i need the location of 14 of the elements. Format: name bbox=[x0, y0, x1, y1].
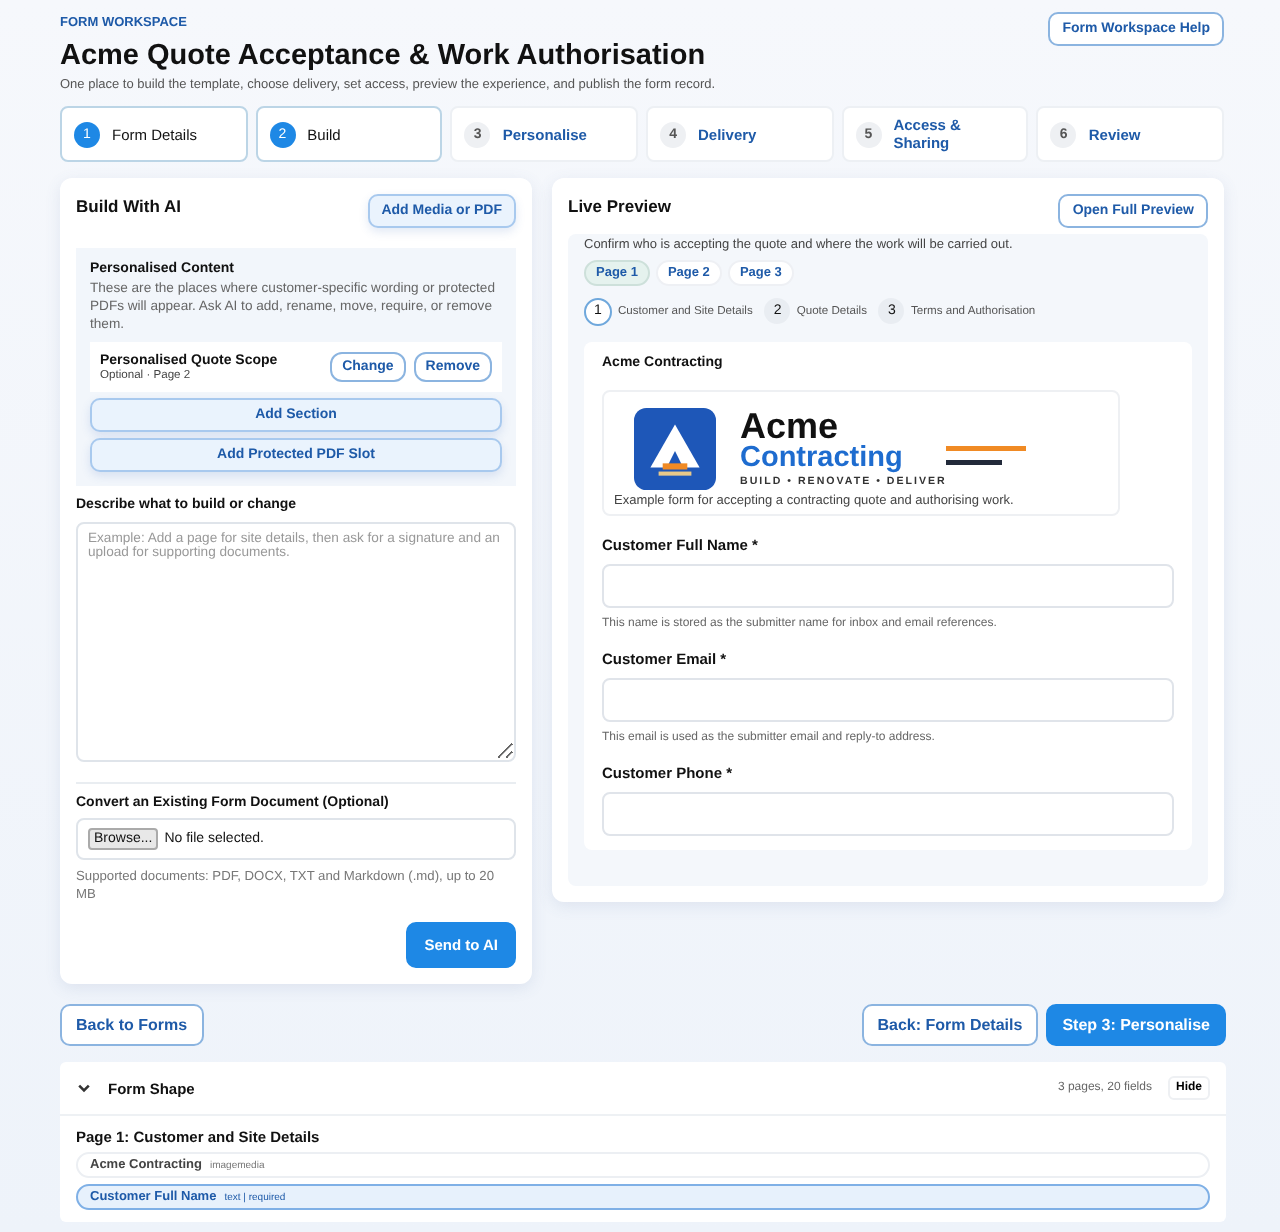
panel-title: Live Preview bbox=[568, 196, 672, 216]
chevron-icon[interactable] bbox=[76, 1080, 92, 1097]
text-field[interactable] bbox=[602, 677, 1174, 722]
triangle-logo-icon bbox=[634, 407, 716, 490]
panel-title: Build With AI bbox=[76, 196, 181, 216]
stripes-icon bbox=[946, 446, 1027, 471]
next-step-button[interactable]: Step 3: Personalise bbox=[1046, 1004, 1226, 1047]
text-field[interactable] bbox=[602, 563, 1174, 608]
back-to-forms-button[interactable]: Back to Forms bbox=[60, 1004, 204, 1047]
page-title: Acme Quote Acceptance & Work Authorisation bbox=[60, 40, 708, 72]
logo-word: Acme bbox=[740, 408, 839, 445]
text-field[interactable] bbox=[602, 791, 1174, 836]
logo-word: Contracting bbox=[740, 444, 905, 474]
back-button[interactable]: Back: Form Details bbox=[861, 1004, 1039, 1047]
